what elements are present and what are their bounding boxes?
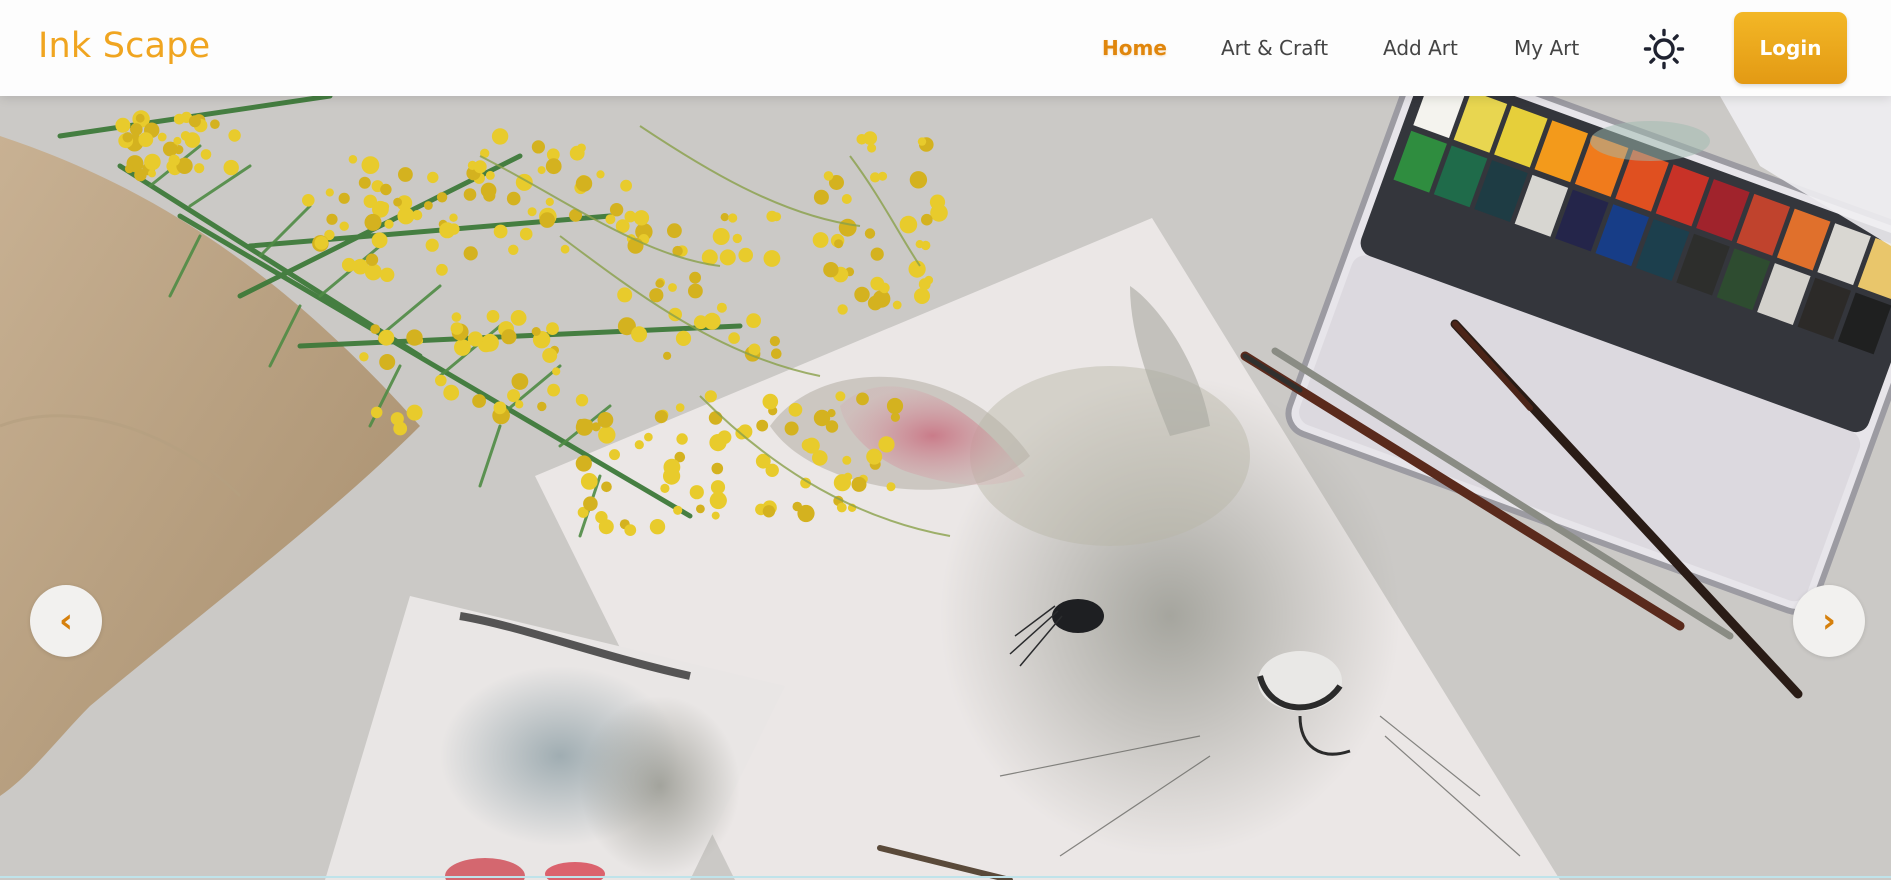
hero-carousel: ‹ › (0, 96, 1891, 880)
nav-link-home[interactable]: Home (1102, 36, 1167, 60)
hero-bottom-border (0, 876, 1891, 878)
brand-logo[interactable]: Ink Scape (38, 26, 210, 66)
nav-link-add-art[interactable]: Add Art (1383, 36, 1458, 60)
theme-toggle-button[interactable] (1643, 28, 1685, 70)
carousel-next-button[interactable]: › (1793, 585, 1865, 657)
nav-link-my-art[interactable]: My Art (1514, 36, 1579, 60)
login-button[interactable]: Login (1734, 12, 1847, 84)
carousel-prev-button[interactable]: ‹ (30, 585, 102, 657)
hero-slide-image (0, 96, 1891, 880)
sun-icon (1643, 28, 1685, 70)
nav-link-art-craft[interactable]: Art & Craft (1221, 36, 1328, 60)
navbar: Ink Scape Home Art & Craft Add Art My Ar… (0, 0, 1891, 96)
